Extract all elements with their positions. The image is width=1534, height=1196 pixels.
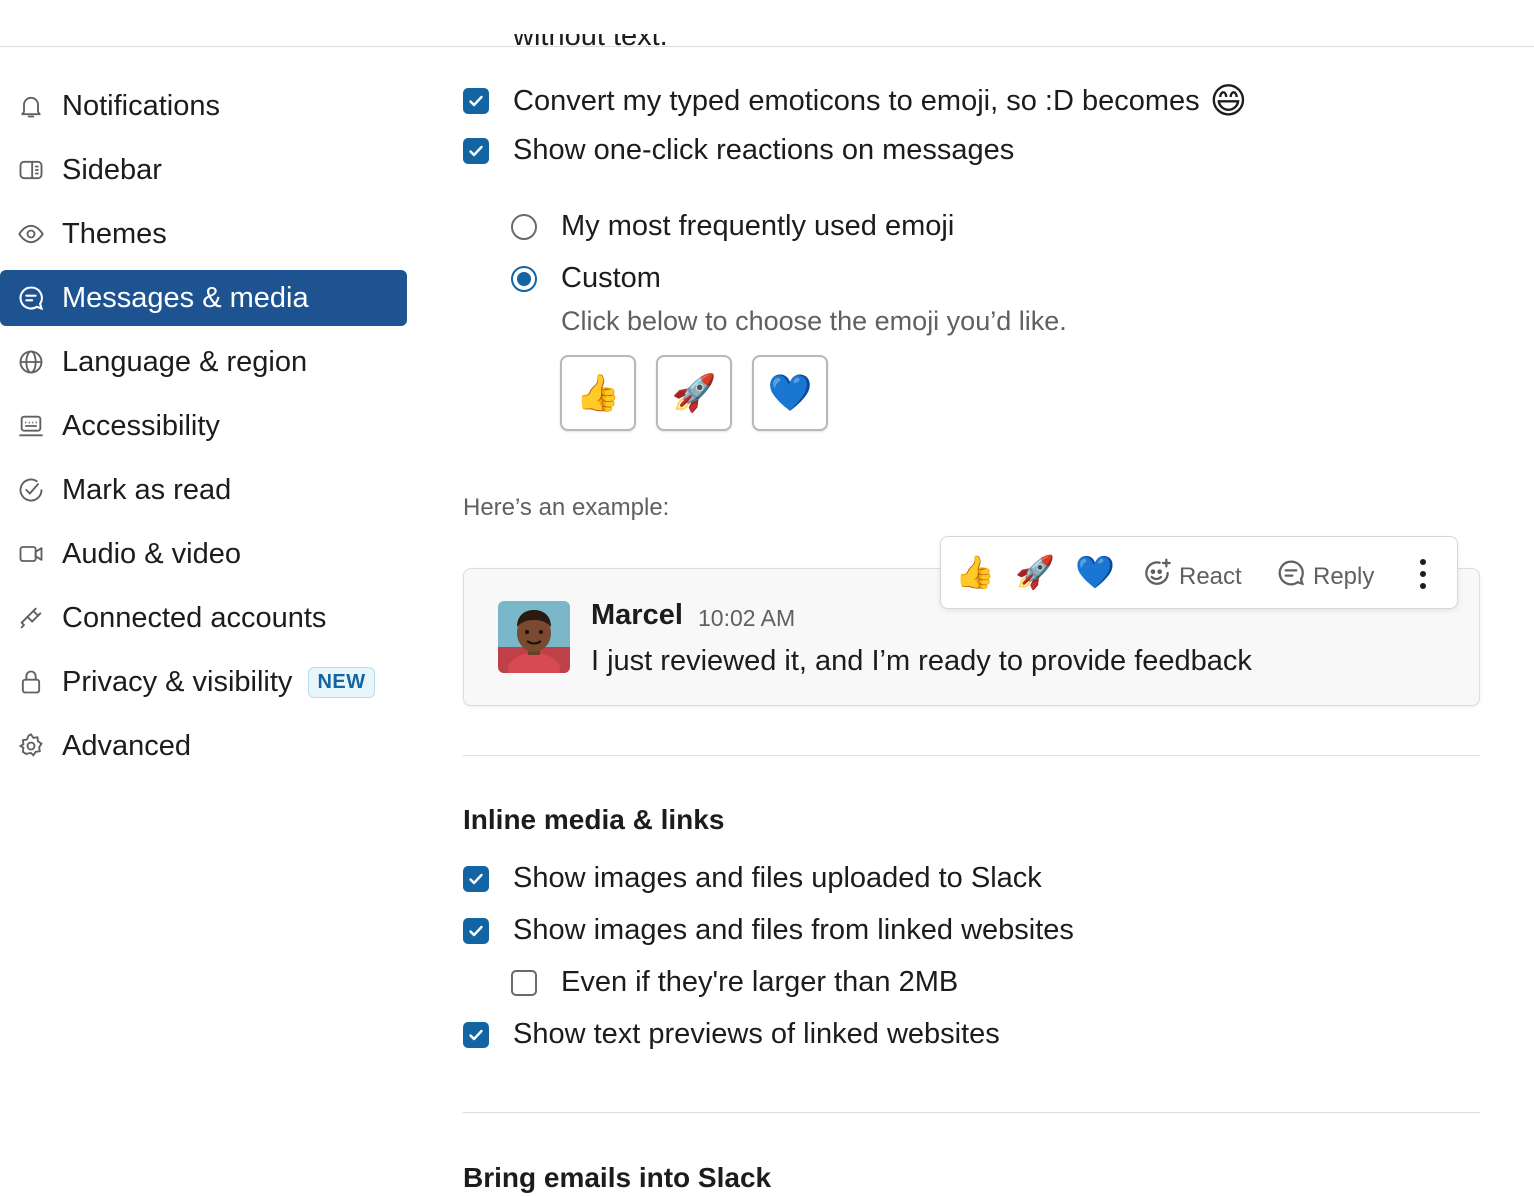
keyboard-icon	[16, 411, 46, 441]
radio-custom-label: Custom	[561, 262, 661, 294]
globe-icon	[16, 347, 46, 377]
reply-button[interactable]: Reply	[1275, 557, 1374, 596]
custom-emoji-hint: Click below to choose the emoji you’d li…	[561, 306, 1067, 336]
sidebar-item-label: Notifications	[62, 89, 220, 122]
one-click-reactions-checkbox[interactable]	[463, 137, 489, 164]
inline-media-title: Inline media & links	[463, 804, 725, 835]
sidebar-item-connected-accounts[interactable]: Connected accounts	[0, 590, 407, 646]
sidebar-item-audio-video[interactable]: Audio & video	[0, 526, 407, 582]
section-divider	[463, 755, 1480, 756]
convert-emoticons-option[interactable]: Convert my typed emoticons to emoji, so …	[463, 80, 1247, 122]
radio-frequent[interactable]	[511, 213, 537, 240]
toolbar-emoji-rocket[interactable]: 🚀	[1015, 553, 1055, 591]
message-icon	[16, 283, 46, 313]
text-previews-option[interactable]: Show text previews of linked websites	[463, 1018, 1000, 1051]
sidebar-item-label: Language & region	[62, 345, 308, 378]
sidebar-item-privacy-visibility[interactable]: Privacy & visibility NEW	[0, 654, 407, 710]
show-uploaded-option[interactable]: Show images and files uploaded to Slack	[463, 862, 1042, 895]
sidebar-item-sidebar[interactable]: Sidebar	[0, 142, 407, 198]
sidebar-item-accessibility[interactable]: Accessibility	[0, 398, 407, 454]
show-uploaded-checkbox[interactable]	[463, 865, 489, 892]
larger-than-label: Even if they're larger than 2MB	[561, 966, 959, 998]
reply-icon	[1275, 557, 1313, 596]
show-uploaded-label: Show images and files uploaded to Slack	[513, 862, 1042, 894]
lock-icon	[16, 667, 46, 697]
gear-icon	[16, 731, 46, 761]
top-divider	[0, 46, 1534, 47]
one-click-reactions-label: Show one-click reactions on messages	[513, 134, 1015, 166]
clipped-option-text: without text.	[513, 20, 668, 52]
add-reaction-icon	[1141, 557, 1179, 596]
text-previews-checkbox[interactable]	[463, 1021, 489, 1048]
show-linked-option[interactable]: Show images and files from linked websit…	[463, 914, 1074, 947]
message-text: I just reviewed it, and I’m ready to pro…	[591, 645, 1252, 677]
custom-emoji-rocket-button[interactable]: 🚀	[656, 355, 732, 431]
radio-frequent-label: My most frequently used emoji	[561, 210, 955, 242]
section-divider	[463, 1112, 1480, 1113]
show-linked-checkbox[interactable]	[463, 917, 489, 944]
one-click-reactions-option[interactable]: Show one-click reactions on messages	[463, 134, 1014, 167]
sidebar-item-notifications[interactable]: Notifications	[0, 78, 407, 134]
eye-icon	[16, 219, 46, 249]
radio-frequent-option[interactable]: My most frequently used emoji	[511, 210, 954, 243]
more-actions-icon[interactable]	[1417, 557, 1429, 596]
convert-emoticons-label: Convert my typed emoticons to emoji, so …	[513, 84, 1200, 117]
sidebar-item-label: Accessibility	[62, 409, 220, 442]
sidebar-item-label: Sidebar	[62, 153, 162, 186]
plug-icon	[16, 603, 46, 633]
video-icon	[16, 539, 46, 569]
reply-label: Reply	[1313, 562, 1375, 590]
message-author[interactable]: Marcel	[591, 599, 683, 632]
sidebar-item-mark-as-read[interactable]: Mark as read	[0, 462, 407, 518]
sidebar-item-label: Audio & video	[62, 537, 241, 570]
toolbar-emoji-thumbsup[interactable]: 👍	[955, 553, 995, 591]
bell-icon	[16, 91, 46, 121]
sidebar-item-language-region[interactable]: Language & region	[0, 334, 407, 390]
emails-title: Bring emails into Slack	[463, 1162, 772, 1193]
toolbar-emoji-heart[interactable]: 💙	[1075, 553, 1115, 591]
larger-than-option[interactable]: Even if they're larger than 2MB	[511, 966, 958, 999]
sidebar-item-label: Advanced	[62, 729, 191, 762]
check-circle-icon	[16, 475, 46, 505]
sidebar-item-label: Themes	[62, 217, 167, 250]
avatar	[498, 601, 570, 673]
sidebar-item-messages-media[interactable]: Messages & media	[0, 270, 407, 326]
radio-custom-option[interactable]: Custom	[511, 262, 661, 295]
message-timestamp[interactable]: 10:02 AM	[698, 605, 795, 632]
react-label: React	[1179, 562, 1242, 590]
sidebar-item-label: Mark as read	[62, 473, 232, 506]
react-button[interactable]: React	[1141, 557, 1242, 596]
radio-custom[interactable]	[511, 265, 537, 292]
custom-emoji-thumbsup-button[interactable]: 👍	[560, 355, 636, 431]
larger-than-checkbox[interactable]	[511, 969, 537, 996]
example-label: Here’s an example:	[463, 494, 670, 521]
sidebar-item-label: Connected accounts	[62, 601, 327, 634]
grinning-emoji: 😄	[1209, 80, 1248, 121]
convert-emoticons-checkbox[interactable]	[463, 88, 489, 114]
show-linked-label: Show images and files from linked websit…	[513, 914, 1074, 946]
sidebar-item-label: Messages & media	[62, 281, 309, 314]
settings-sidebar: Notifications Sidebar Themes Messages & …	[0, 78, 410, 782]
custom-emoji-heart-button[interactable]: 💙	[752, 355, 828, 431]
new-badge: NEW	[308, 666, 375, 698]
sidebar-item-themes[interactable]: Themes	[0, 206, 407, 262]
message-actions-toolbar: 👍 🚀 💙 React Reply	[940, 536, 1458, 609]
sidebar-item-advanced[interactable]: Advanced	[0, 718, 407, 774]
text-previews-label: Show text previews of linked websites	[513, 1018, 1000, 1050]
sidebar-item-label: Privacy & visibility	[62, 665, 293, 698]
sidebar-icon	[16, 155, 46, 185]
